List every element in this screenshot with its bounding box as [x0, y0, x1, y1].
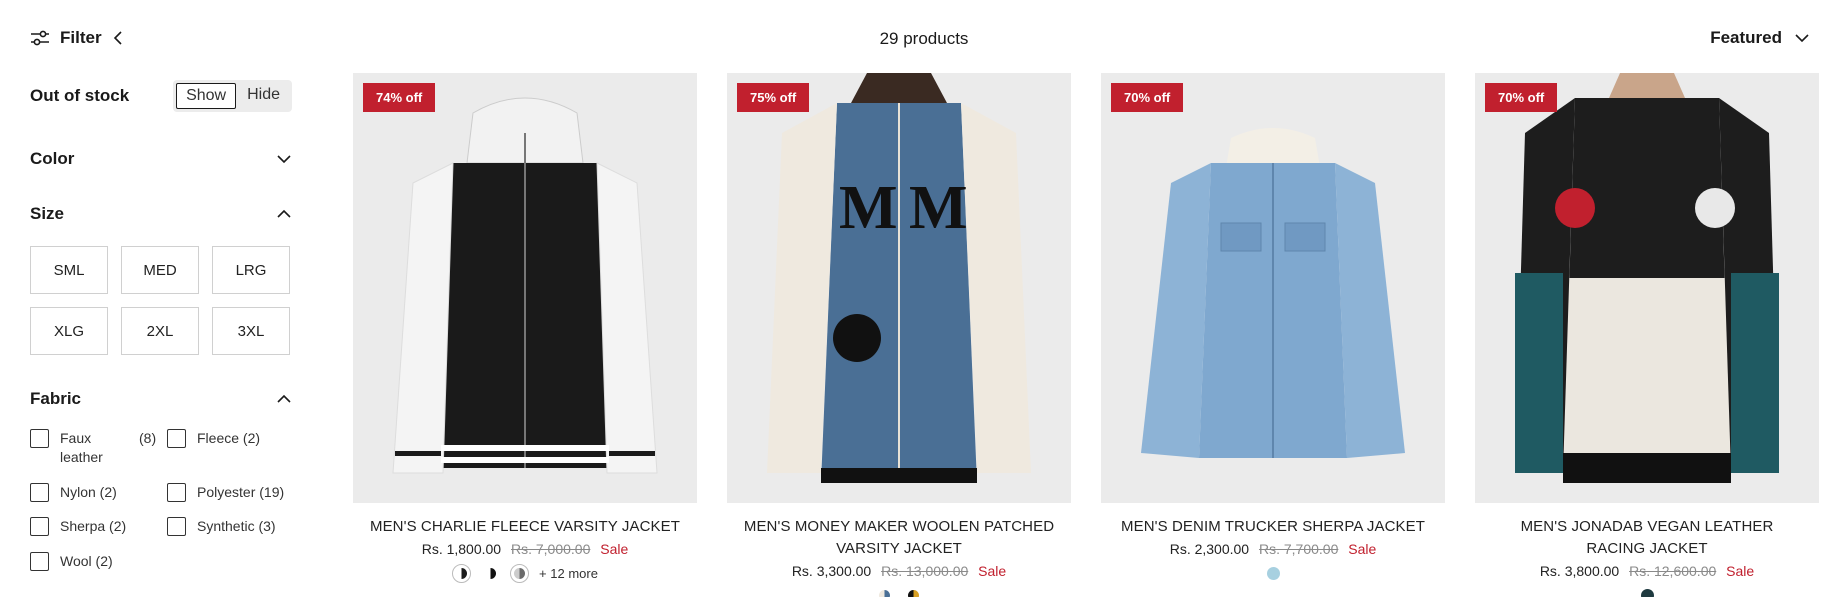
fabric-label: Wool (2) — [60, 553, 113, 569]
size-option-2xl[interactable]: 2XL — [121, 307, 199, 355]
fabric-label: Fleece (2) — [197, 430, 261, 446]
jacket-illustration — [1515, 73, 1779, 483]
product-card[interactable]: 74% off MEN'S CHARLIE FLEECE VARSITY JAC… — [353, 73, 697, 583]
color-swatch[interactable] — [452, 564, 472, 583]
product-price: Rs. 1,800.00 Rs. 7,000.00 Sale — [353, 538, 697, 560]
jacket-illustration: M M — [767, 73, 1031, 483]
fabric-filter-title: Fabric — [30, 389, 82, 408]
svg-text:M: M — [909, 174, 968, 242]
product-image[interactable]: 70% off — [1101, 73, 1445, 503]
product-price: Rs. 3,800.00 Rs. 12,600.00 Sale — [1475, 560, 1819, 582]
color-filter-header[interactable]: Color — [30, 149, 292, 169]
fabric-option-nylon[interactable]: Nylon (2) — [30, 483, 117, 502]
fabric-label: Sherpa (2) — [60, 518, 127, 534]
toolbar: Filter 29 products Featured — [0, 0, 1848, 78]
fabric-option-faux-leather[interactable]: Faux leather (8) — [30, 429, 160, 467]
svg-text:M: M — [839, 174, 898, 242]
color-swatches — [1101, 564, 1445, 583]
sale-price: Rs. 3,300.00 — [791, 563, 872, 579]
size-option-sml[interactable]: SML — [30, 246, 108, 294]
checkbox[interactable] — [30, 483, 49, 502]
color-swatch[interactable] — [1264, 564, 1283, 583]
sale-label: Sale — [1726, 563, 1755, 579]
product-card[interactable]: M M 75% off MEN'S MONEY MAKER WOOLEN PAT… — [727, 73, 1071, 597]
product-card[interactable]: 70% off MEN'S JONADAB VEGAN LEATHER RACI… — [1475, 73, 1819, 597]
color-swatches — [727, 586, 1071, 597]
checkbox[interactable] — [167, 517, 186, 536]
compare-price: Rs. 12,600.00 — [1629, 563, 1717, 579]
jacket-illustration — [1141, 128, 1405, 458]
color-swatches — [1475, 586, 1819, 597]
size-option-xlg[interactable]: XLG — [30, 307, 108, 355]
more-colors-link[interactable]: + 12 more — [539, 566, 598, 581]
sale-label: Sale — [978, 563, 1007, 579]
fabric-option-polyester[interactable]: Polyester (19) — [167, 483, 284, 502]
checkbox[interactable] — [30, 517, 49, 536]
sale-price: Rs. 3,800.00 — [1539, 563, 1620, 579]
size-option-3xl[interactable]: 3XL — [212, 307, 290, 355]
chevron-up-icon — [277, 394, 291, 403]
color-swatch[interactable] — [481, 564, 500, 583]
product-price: Rs. 2,300.00 Rs. 7,700.00 Sale — [1101, 538, 1445, 560]
chevron-up-icon — [277, 209, 291, 218]
fabric-label: Synthetic (3) — [197, 518, 276, 534]
fabric-count: (8) — [139, 430, 157, 446]
size-option-lrg[interactable]: LRG — [212, 246, 290, 294]
fabric-option-wool[interactable]: Wool (2) — [30, 552, 113, 571]
fabric-option-sherpa[interactable]: Sherpa (2) — [30, 517, 126, 536]
product-card[interactable]: 70% off MEN'S DENIM TRUCKER SHERPA JACKE… — [1101, 73, 1445, 583]
jacket-illustration — [392, 97, 658, 474]
product-image[interactable]: 70% off — [1475, 73, 1819, 503]
checkbox[interactable] — [167, 429, 186, 448]
sale-price: Rs. 1,800.00 — [421, 541, 502, 557]
fabric-label: Nylon (2) — [60, 484, 117, 500]
color-swatch[interactable] — [1638, 586, 1657, 597]
discount-badge: 70% off — [1111, 83, 1184, 112]
discount-badge: 75% off — [737, 83, 810, 112]
product-title[interactable]: MEN'S MONEY MAKER WOOLEN PATCHED VARSITY… — [727, 516, 1071, 560]
sale-label: Sale — [1348, 541, 1377, 557]
product-title[interactable]: MEN'S JONADAB VEGAN LEATHER RACING JACKE… — [1475, 516, 1819, 560]
color-filter-title: Color — [30, 149, 75, 168]
hide-option[interactable]: Hide — [238, 83, 289, 109]
fabric-label: Faux leather — [60, 430, 103, 465]
out-of-stock-toggle: Show Hide — [173, 80, 292, 112]
fabric-filter-header[interactable]: Fabric — [30, 389, 292, 409]
compare-price: Rs. 13,000.00 — [881, 563, 969, 579]
fabric-option-synthetic[interactable]: Synthetic (3) — [167, 517, 276, 536]
chevron-down-icon — [277, 155, 291, 164]
checkbox[interactable] — [30, 552, 49, 571]
size-option-med[interactable]: MED — [121, 246, 199, 294]
compare-price: Rs. 7,000.00 — [510, 541, 591, 557]
discount-badge: 74% off — [363, 83, 436, 112]
color-swatch[interactable] — [875, 586, 894, 597]
size-filter-title: Size — [30, 204, 65, 223]
fabric-option-fleece[interactable]: Fleece (2) — [167, 429, 260, 448]
color-swatch[interactable] — [904, 586, 923, 597]
product-title[interactable]: MEN'S DENIM TRUCKER SHERPA JACKET — [1101, 516, 1445, 538]
discount-badge: 70% off — [1485, 83, 1558, 112]
out-of-stock-filter: Out of stock Show Hide — [30, 78, 292, 114]
show-option[interactable]: Show — [176, 83, 237, 109]
sale-label: Sale — [600, 541, 629, 557]
checkbox[interactable] — [167, 483, 186, 502]
chevron-down-icon — [1795, 34, 1809, 43]
color-swatches: + 12 more — [353, 564, 697, 583]
sale-price: Rs. 2,300.00 — [1169, 541, 1250, 557]
product-image[interactable]: 74% off — [353, 73, 697, 503]
size-options: SML MED LRG XLG 2XL 3XL — [30, 246, 292, 355]
fabric-label: Polyester (19) — [197, 484, 285, 500]
size-filter-header[interactable]: Size — [30, 204, 292, 224]
sort-dropdown[interactable]: Featured — [1710, 28, 1810, 48]
color-swatch[interactable] — [510, 564, 530, 583]
sort-label: Featured — [1710, 28, 1782, 47]
product-title[interactable]: MEN'S CHARLIE FLEECE VARSITY JACKET — [353, 516, 697, 538]
product-image[interactable]: M M 75% off — [727, 73, 1071, 503]
product-count: 29 products — [879, 29, 969, 48]
product-price: Rs. 3,300.00 Rs. 13,000.00 Sale — [727, 560, 1071, 582]
checkbox[interactable] — [30, 429, 49, 448]
compare-price: Rs. 7,700.00 — [1258, 541, 1339, 557]
out-of-stock-title: Out of stock — [30, 86, 130, 105]
